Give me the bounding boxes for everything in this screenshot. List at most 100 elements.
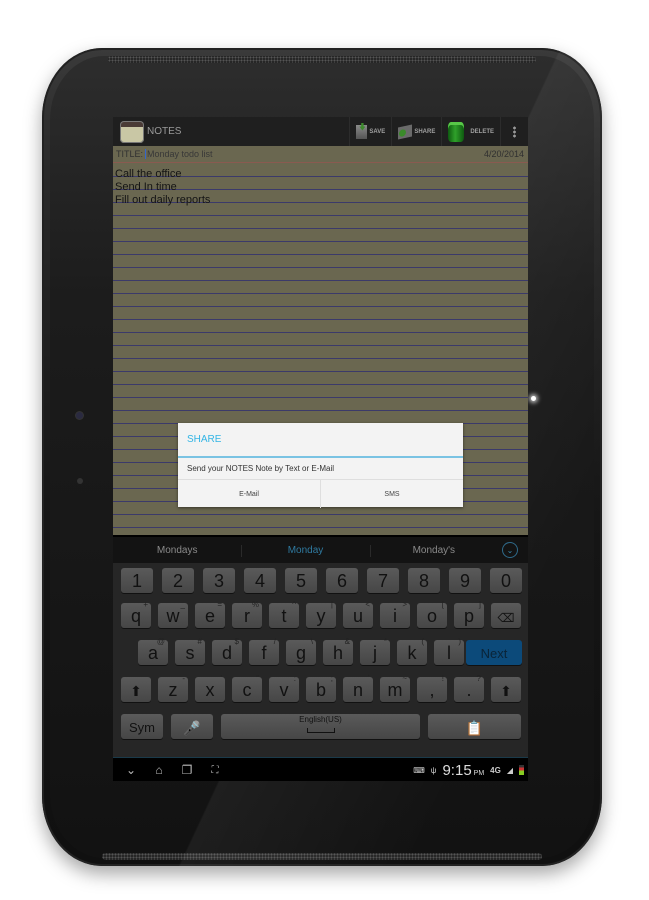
key-hint: \ (310, 637, 313, 646)
trash-can-icon (448, 121, 465, 142)
suggestion-item[interactable]: Monday's (369, 544, 498, 557)
system-nav-bar: ⌄ ⌂ ❐ ⛶ ⌨ ψ 9:15 PM 4G ◢ (113, 757, 528, 781)
front-camera (76, 412, 83, 419)
backspace-key[interactable]: ⌫ (491, 603, 521, 628)
key-k[interactable]: k( (397, 637, 427, 665)
key-4[interactable]: 4 (244, 568, 276, 593)
key-label: g (295, 643, 306, 663)
email-button[interactable]: E-Mail (178, 480, 320, 508)
key-p[interactable]: p] (454, 600, 484, 628)
key-label: b (315, 680, 326, 700)
title-input[interactable]: Monday todo list (145, 149, 213, 159)
key-label: 9 (459, 571, 470, 591)
key-o[interactable]: o[ (417, 600, 447, 628)
delete-button[interactable]: DELETE (441, 117, 500, 146)
key-w[interactable]: w _ (158, 600, 188, 628)
key-label: 6 (336, 571, 347, 591)
key-t[interactable]: t ^ (269, 600, 299, 628)
key-label: q (130, 606, 141, 626)
key-b[interactable]: b; (306, 674, 336, 702)
overflow-menu-button[interactable] (500, 117, 528, 146)
key-l[interactable]: l) (434, 637, 464, 665)
network-type-icon: 4G (490, 765, 501, 775)
key-q[interactable]: q + (121, 600, 151, 628)
key-label: k (407, 643, 417, 663)
key-label: Sym (129, 720, 155, 735)
key-i[interactable]: i > (380, 600, 410, 628)
key-y[interactable]: y | (306, 600, 336, 628)
suggestion-item-selected[interactable]: Monday (241, 544, 369, 557)
share-icon (398, 124, 413, 139)
key-9[interactable]: 9 (449, 568, 481, 593)
shift-key-left[interactable]: ⬆ (121, 677, 151, 702)
hide-keyboard-icon[interactable]: ⌄ (117, 763, 145, 777)
key-hint: * (383, 637, 387, 646)
key-period[interactable]: .? (454, 674, 484, 702)
key-a[interactable]: a @ (138, 637, 168, 665)
share-dialog: SHARE Send your NOTES Note by Text or E-… (178, 423, 463, 508)
key-d[interactable]: d $ (212, 637, 242, 665)
key-hint: ] (478, 600, 481, 609)
save-label: SAVE (369, 128, 386, 135)
note-paper: TITLE: Monday todo list 4/20/2014 Call t… (113, 146, 528, 535)
key-6[interactable]: 6 (326, 568, 358, 593)
clock-time: 9:15 (442, 761, 472, 779)
key-u[interactable]: u < (343, 600, 373, 628)
share-button[interactable]: SHARE (391, 117, 441, 146)
note-body-editor[interactable]: Call the office Send In time Fill out da… (115, 168, 210, 207)
expand-suggestions-button[interactable]: ⌄ (501, 542, 518, 558)
key-3[interactable]: 3 (203, 568, 235, 593)
space-key[interactable]: English(US) (221, 714, 420, 739)
key-hint: & (344, 637, 350, 646)
key-r[interactable]: r% (232, 600, 262, 628)
key-2[interactable]: 2 (162, 568, 194, 593)
key-n[interactable]: n ` (343, 674, 373, 702)
sms-button[interactable]: SMS (320, 480, 463, 508)
suggestion-strip: Mondays Monday Monday's ⌄ (113, 537, 528, 563)
notes-app-icon[interactable] (120, 120, 144, 143)
key-comma[interactable]: ,! (417, 674, 447, 702)
key-1[interactable]: 1 (121, 568, 153, 593)
sym-key[interactable]: Sym (121, 714, 163, 739)
app-title: NOTES (147, 126, 182, 137)
clipboard-key[interactable]: 📋 (428, 714, 521, 739)
key-hint: + (143, 600, 148, 609)
key-label: , (429, 680, 435, 700)
key-s[interactable]: s # (175, 637, 205, 665)
keyboard-icon: ⌨ (413, 765, 425, 775)
shift-key-right[interactable]: ⬆ (491, 677, 521, 702)
key-hint: ) (458, 637, 461, 646)
key-e[interactable]: e = (195, 600, 225, 628)
chevron-down-icon: ⌄ (506, 545, 514, 555)
save-icon (356, 124, 368, 139)
key-h[interactable]: h & (323, 637, 353, 665)
delete-label: DELETE (470, 128, 494, 135)
key-8[interactable]: 8 (408, 568, 440, 593)
key-label: u (352, 606, 363, 626)
key-label: w (166, 606, 180, 626)
key-z[interactable]: z- (158, 674, 188, 702)
key-x[interactable]: x ' (195, 674, 225, 702)
key-v[interactable]: v: (269, 674, 299, 702)
key-label: 5 (295, 571, 306, 591)
key-m[interactable]: m ~ (380, 674, 410, 702)
voice-input-key[interactable]: 🎤 (171, 714, 213, 739)
key-5[interactable]: 5 (285, 568, 317, 593)
suggestion-item[interactable]: Mondays (113, 545, 241, 556)
clock: 9:15 PM (442, 762, 484, 779)
key-label: v (279, 680, 289, 700)
next-key[interactable]: Next (466, 640, 522, 665)
key-0[interactable]: 0 (490, 568, 522, 593)
key-7[interactable]: 7 (367, 568, 399, 593)
key-hint: # (197, 637, 202, 646)
key-g[interactable]: g \ (286, 637, 316, 665)
key-label: 8 (418, 571, 429, 591)
key-f[interactable]: f / (249, 637, 279, 665)
screenshot-icon[interactable]: ⛶ (201, 765, 229, 776)
recent-apps-icon[interactable]: ❐ (173, 763, 201, 777)
key-c[interactable]: c " (232, 674, 262, 702)
spacebar-icon (306, 728, 335, 733)
key-j[interactable]: j * (360, 637, 390, 665)
save-button[interactable]: SAVE (349, 117, 391, 146)
home-icon[interactable]: ⌂ (145, 763, 173, 777)
